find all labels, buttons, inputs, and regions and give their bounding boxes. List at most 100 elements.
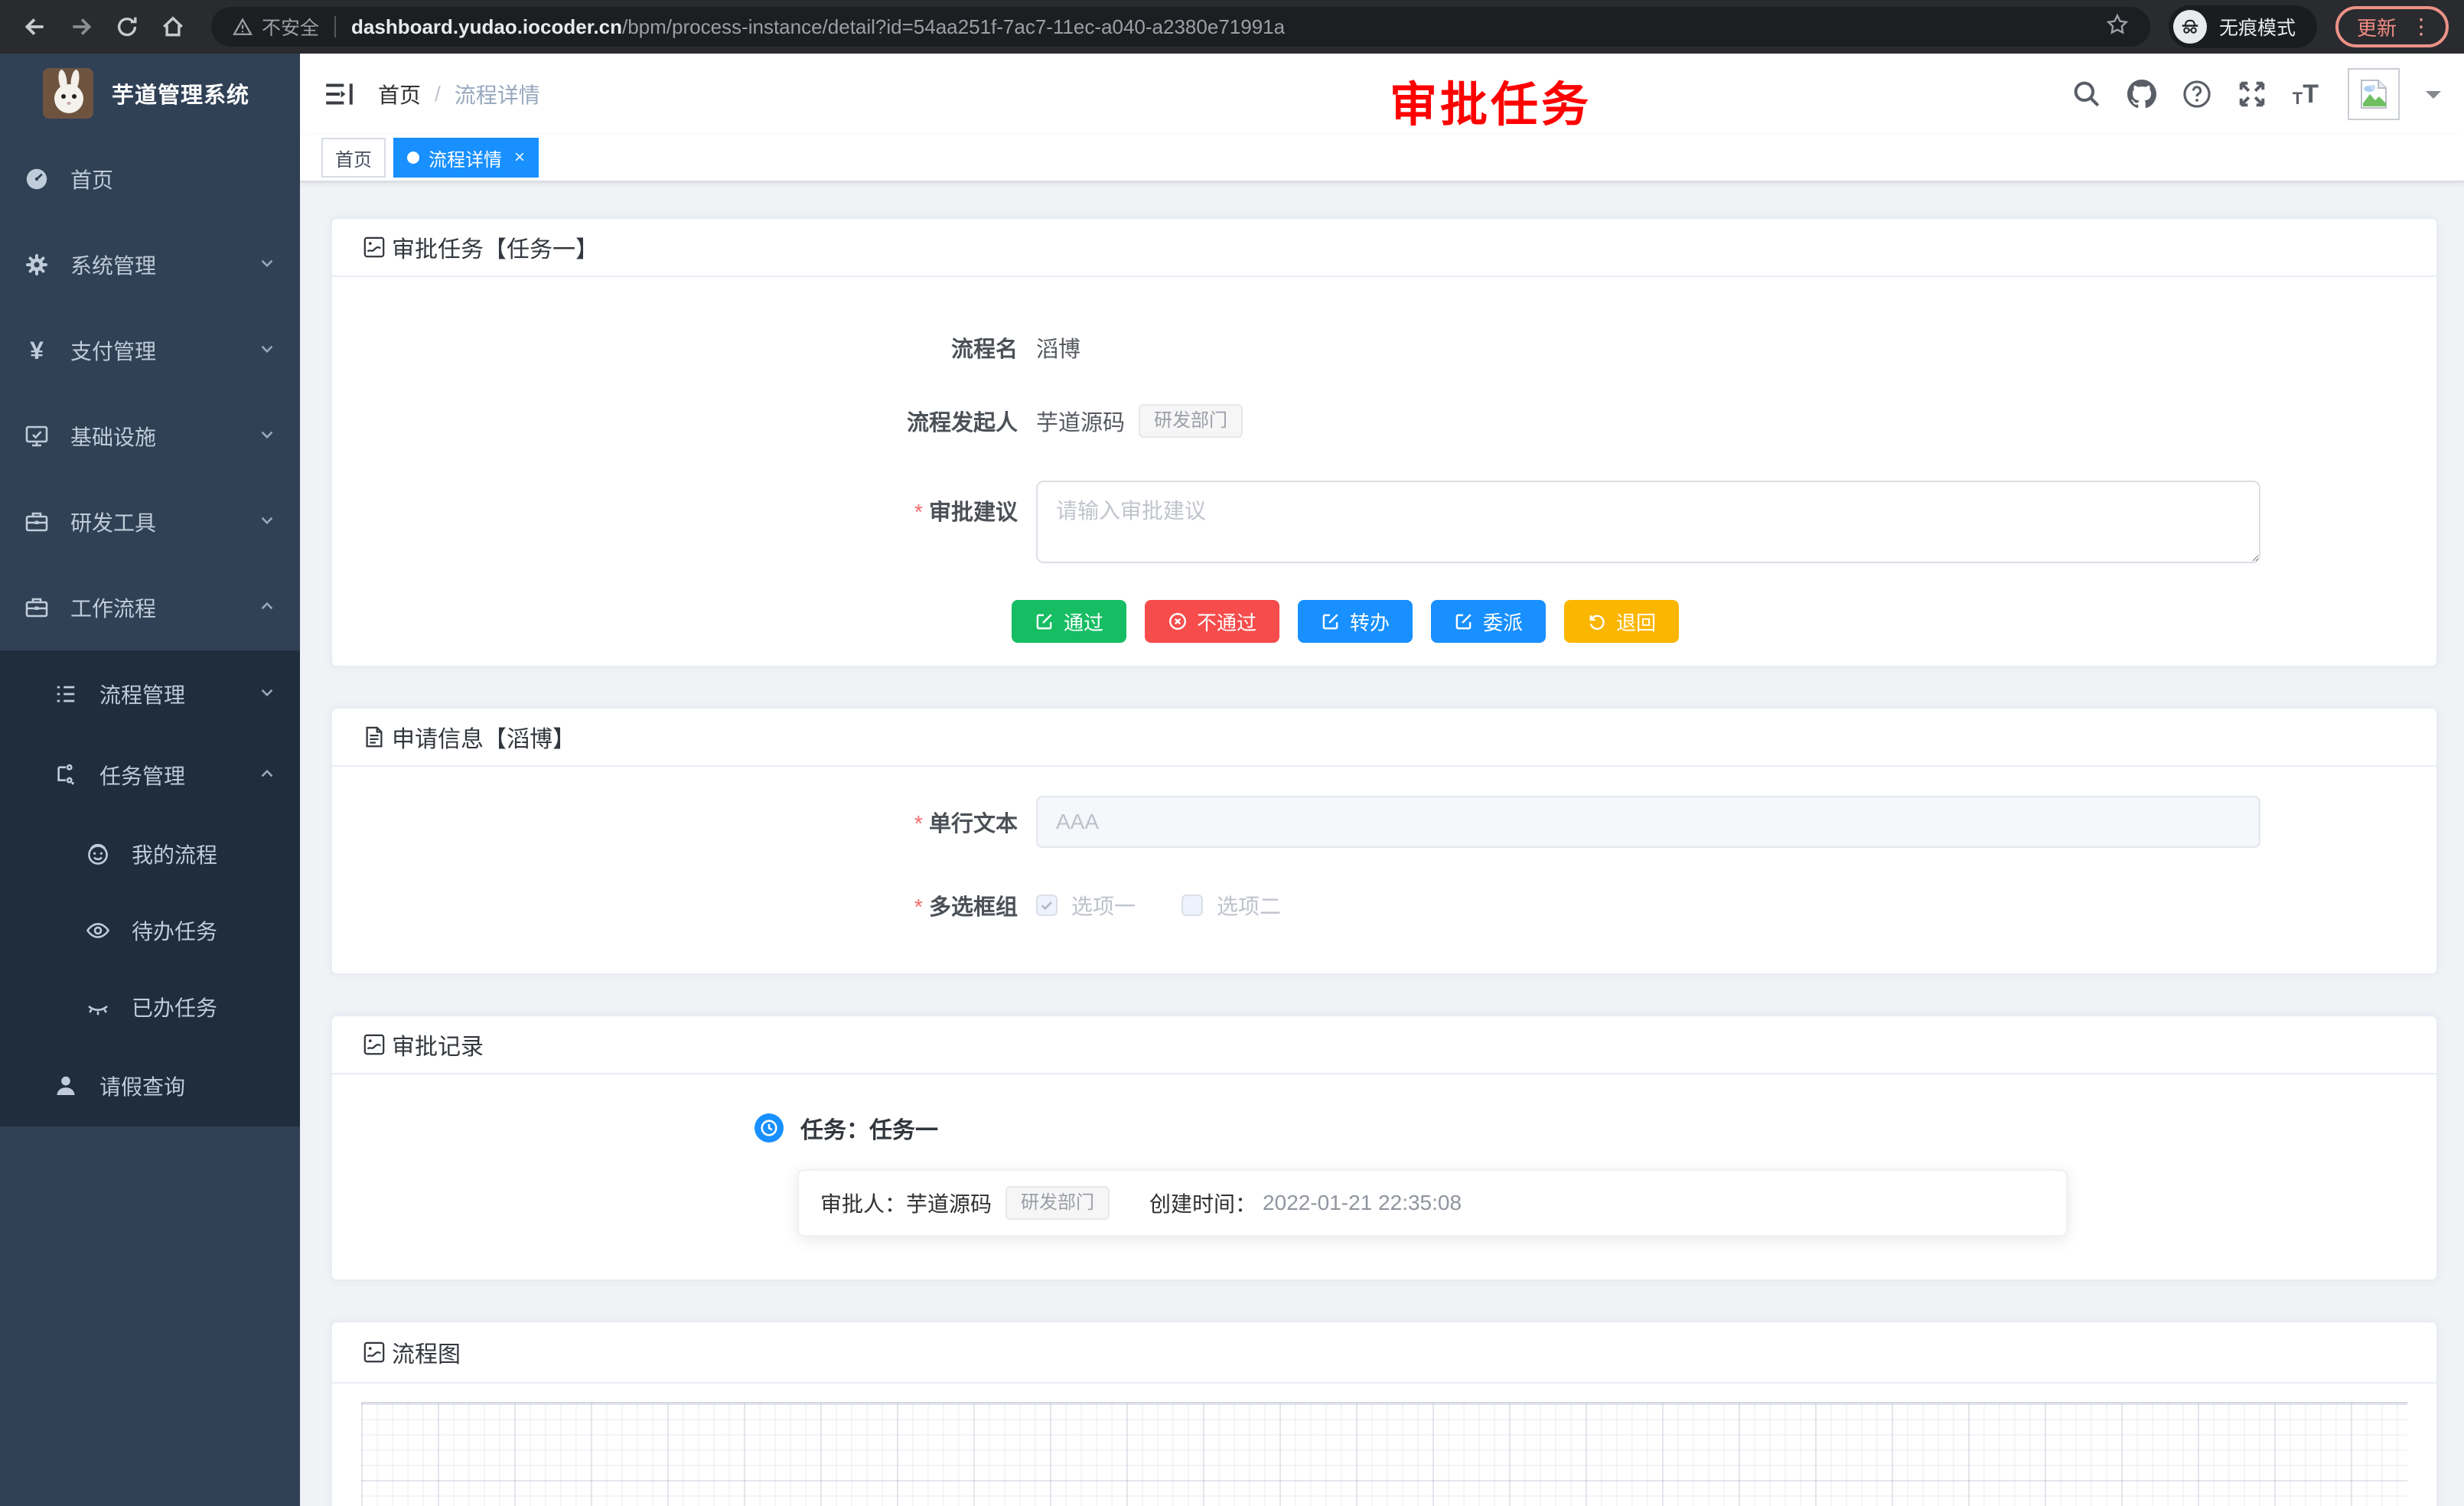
chart-image-icon — [363, 1033, 386, 1056]
suggest-textarea[interactable] — [1036, 481, 2260, 563]
required-asterisk: * — [914, 895, 923, 920]
checkbox-option-1[interactable]: 选项一 — [1036, 890, 1136, 921]
card-body: *单行文本 *多选框组 选项一 — [332, 767, 2436, 973]
url-text[interactable]: dashboard.yudao.iocoder.cn/bpm/process-i… — [351, 15, 1285, 39]
sidebar-item-done-tasks[interactable]: 已办任务 — [0, 969, 300, 1045]
monitor-icon — [24, 424, 49, 448]
close-icon[interactable]: × — [514, 148, 525, 167]
url-domain: dashboard.yudao.iocoder.cn — [351, 15, 622, 38]
return-button[interactable]: 退回 — [1564, 600, 1679, 643]
sidebar-item-label: 系统管理 — [70, 249, 156, 280]
delegate-button[interactable]: 委派 — [1431, 600, 1546, 643]
sidebar-item-label: 请假查询 — [99, 1071, 185, 1101]
sidebar-item-home[interactable]: 首页 — [0, 136, 300, 222]
help-icon[interactable] — [2182, 80, 2211, 109]
url-bar[interactable]: 不安全 dashboard.yudao.iocoder.cn/bpm/proce… — [211, 7, 2150, 47]
home-icon[interactable] — [153, 7, 193, 47]
chevron-up-icon — [259, 763, 275, 787]
sidebar-item-system[interactable]: 系统管理 — [0, 222, 300, 308]
edit-icon — [1321, 611, 1341, 631]
reload-icon[interactable] — [107, 7, 147, 47]
process-name-value: 滔博 — [1036, 331, 1080, 363]
tree-icon — [54, 763, 78, 787]
created-label: 创建时间： — [1149, 1188, 1256, 1218]
security-status[interactable]: 不安全 — [233, 13, 319, 41]
fullscreen-icon[interactable] — [2237, 80, 2267, 109]
sidebar-item-label: 工作流程 — [70, 592, 156, 623]
chevron-down-icon — [259, 682, 275, 706]
back-icon[interactable] — [15, 7, 55, 47]
sidebar-item-process-mgmt[interactable]: 流程管理 — [0, 654, 300, 735]
app-header: 首页 / 流程详情 审批任务 TT — [300, 54, 2464, 135]
field-label: *审批建议 — [363, 481, 1036, 526]
user-icon — [54, 1074, 78, 1098]
tab-label: 首页 — [335, 145, 372, 171]
sidebar-item-task-mgmt[interactable]: 任务管理 — [0, 735, 300, 816]
chevron-down-icon — [259, 510, 275, 534]
checkbox-label: 选项二 — [1217, 890, 1281, 921]
browser-update-button[interactable]: 更新 ⋮ — [2335, 6, 2449, 47]
form-row-initiator: 流程发起人 芋道源码 研发部门 — [363, 393, 2406, 448]
edit-icon — [1454, 611, 1474, 631]
font-size-icon[interactable]: TT — [2293, 81, 2319, 107]
approve-button[interactable]: 通过 — [1012, 600, 1126, 643]
bpmn-canvas-grid[interactable] — [361, 1402, 2407, 1506]
bookmark-star-icon[interactable] — [2106, 13, 2129, 41]
forward-icon[interactable] — [61, 7, 101, 47]
search-icon[interactable] — [2072, 80, 2101, 109]
approval-record-card: 审批记录 任务：任务一 审批人： 芋道源码 研发部门 创建时间： 2022-01 — [331, 1015, 2438, 1281]
field-label: *多选框组 — [363, 889, 1036, 921]
sidebar-item-devtools[interactable]: 研发工具 — [0, 479, 300, 565]
sidebar-collapse-icon[interactable] — [323, 78, 355, 110]
tab-home[interactable]: 首页 — [321, 138, 386, 178]
github-icon[interactable] — [2127, 80, 2156, 109]
field-label: *单行文本 — [363, 806, 1036, 838]
incognito-icon — [2173, 10, 2207, 44]
page-content: 审批任务【任务一】 流程名 滔博 流程发起人 芋道源码 研发部门 — [300, 182, 2464, 1506]
eye-open-icon — [86, 918, 110, 943]
sidebar-item-workflow[interactable]: 工作流程 — [0, 565, 300, 650]
form-row-process-name: 流程名 滔博 — [363, 320, 2406, 375]
sidebar-logo[interactable]: 芋道管理系统 — [0, 54, 300, 133]
approver-label: 审批人： — [820, 1188, 906, 1218]
sidebar-item-infra[interactable]: 基础设施 — [0, 393, 300, 479]
chevron-down-icon — [259, 424, 275, 448]
timeline-item: 任务：任务一 — [755, 1111, 2406, 1145]
circle-close-icon — [1168, 611, 1188, 631]
card-header: 审批记录 — [332, 1016, 2436, 1074]
browser-menu-icon[interactable]: ⋮ — [2410, 16, 2432, 37]
active-dot — [407, 152, 419, 164]
checkbox-group: 选项一 选项二 — [1036, 890, 1327, 921]
brand-title: 芋道管理系统 — [112, 77, 249, 109]
sidebar-menu: 首页 系统管理 ¥ 支付管理 基础设施 — [0, 136, 300, 1126]
tab-process-detail[interactable]: 流程详情 × — [393, 138, 539, 178]
transfer-button[interactable]: 转办 — [1298, 600, 1413, 643]
sidebar-item-my-process[interactable]: 我的流程 — [0, 816, 300, 892]
sidebar-item-leave-query[interactable]: 请假查询 — [0, 1045, 300, 1126]
checkbox-unchecked-icon — [1181, 895, 1203, 916]
card-body: 流程名 滔博 流程发起人 芋道源码 研发部门 *审批建议 — [332, 277, 2436, 666]
form-row-checkboxes: *多选框组 选项一 选项二 — [363, 889, 2406, 921]
chevron-up-icon — [259, 595, 275, 620]
record-detail-box: 审批人： 芋道源码 研发部门 创建时间： 2022-01-21 22:35:08 — [797, 1169, 2068, 1237]
dept-tag: 研发部门 — [1139, 404, 1243, 438]
header-actions: TT — [2072, 68, 2441, 120]
required-asterisk: * — [914, 812, 923, 836]
avatar[interactable] — [2348, 68, 2400, 120]
single-line-input[interactable] — [1036, 796, 2260, 848]
sidebar-item-label: 已办任务 — [132, 992, 217, 1022]
sidebar-item-payment[interactable]: ¥ 支付管理 — [0, 308, 300, 393]
tab-label: 流程详情 — [429, 145, 502, 171]
sidebar: 芋道管理系统 首页 系统管理 ¥ 支付管理 — [0, 54, 300, 1506]
initiator-name: 芋道源码 — [1036, 405, 1125, 437]
document-icon — [363, 725, 386, 748]
annotation-overlay: 审批任务 — [1390, 66, 1592, 135]
reject-button[interactable]: 不通过 — [1145, 600, 1279, 643]
field-label: 流程发起人 — [363, 405, 1036, 437]
card-body — [332, 1384, 2436, 1506]
sidebar-item-todo-tasks[interactable]: 待办任务 — [0, 892, 300, 969]
breadcrumb-home[interactable]: 首页 — [378, 79, 421, 109]
checkbox-option-2[interactable]: 选项二 — [1181, 890, 1281, 921]
chevron-down-icon[interactable] — [2426, 91, 2441, 106]
incognito-badge: 无痕模式 — [2169, 5, 2317, 48]
